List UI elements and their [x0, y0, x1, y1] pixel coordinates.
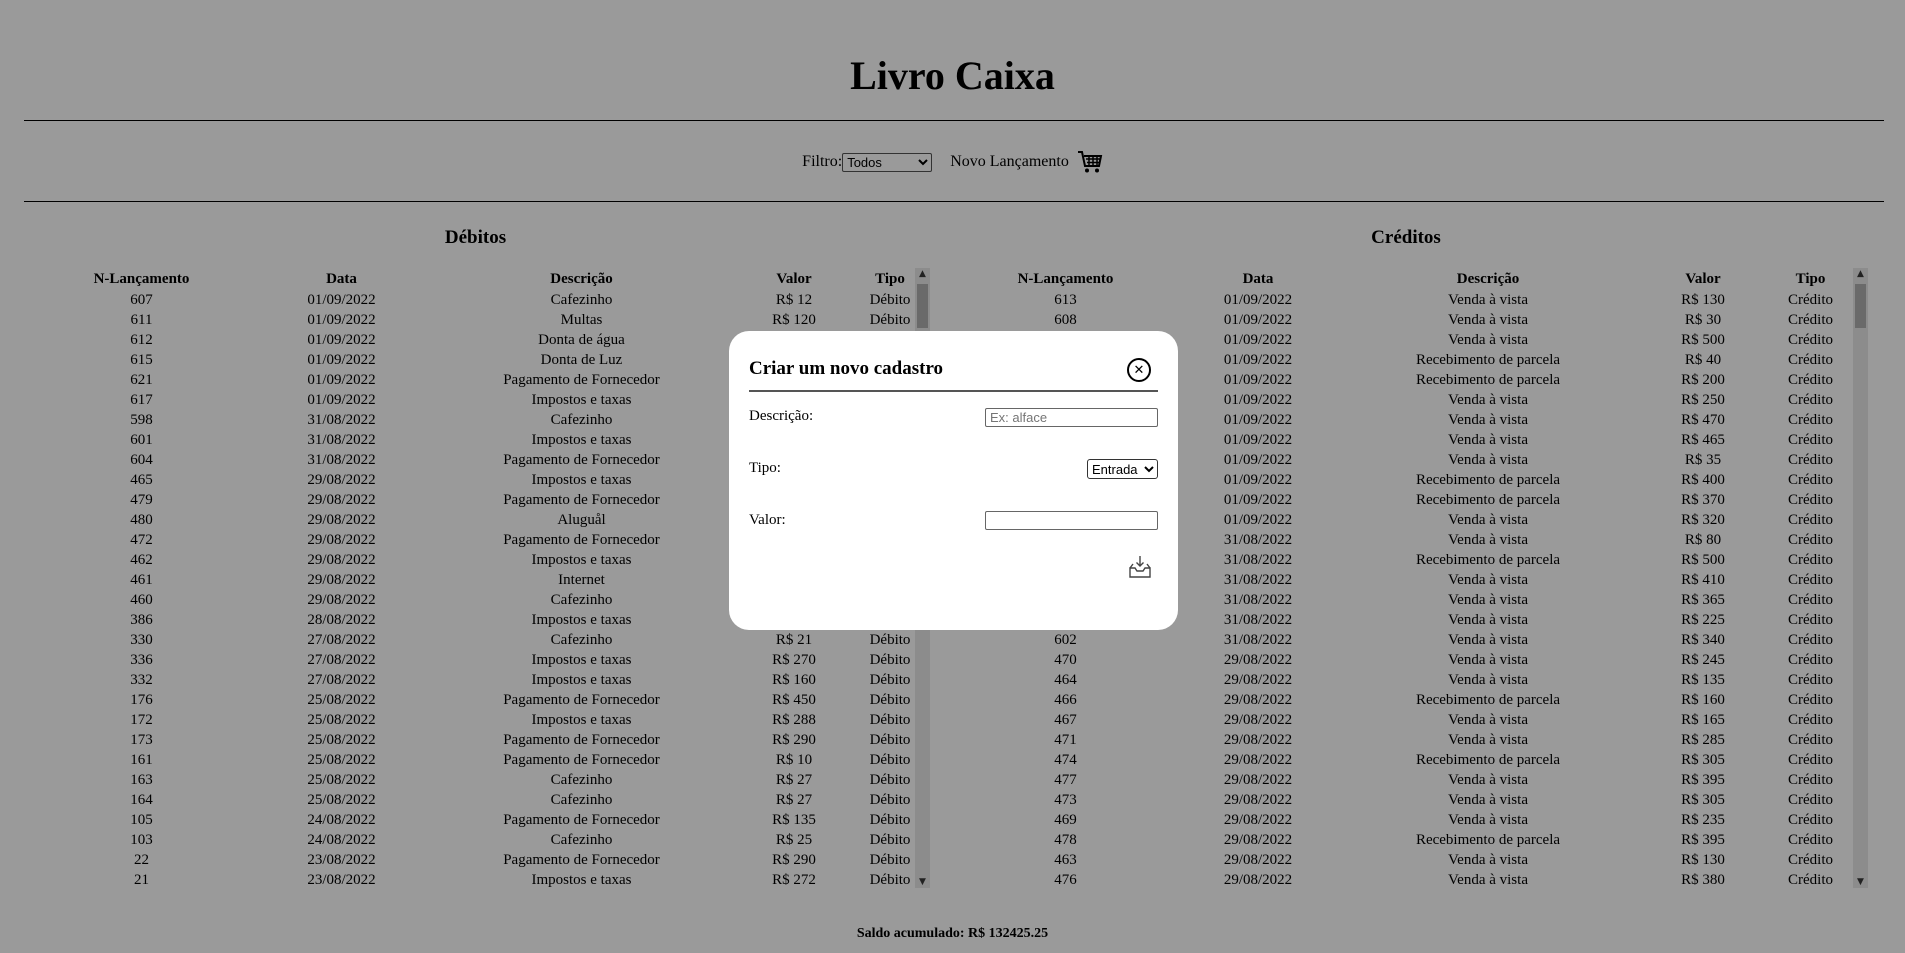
modal-divider: [749, 390, 1158, 392]
modal-title: Criar um novo cadastro: [749, 358, 944, 379]
description-input[interactable]: [985, 408, 1158, 427]
type-label: Tipo:: [749, 460, 781, 476]
save-inbox-icon[interactable]: [1127, 554, 1153, 580]
new-entry-modal: Criar um novo cadastro ✕ Descrição: Tipo…: [729, 331, 1178, 630]
value-input[interactable]: [985, 511, 1158, 530]
description-label: Descrição:: [749, 408, 814, 424]
close-icon: ✕: [1133, 362, 1145, 378]
close-button[interactable]: ✕: [1127, 358, 1151, 382]
type-select[interactable]: Entrada: [1087, 459, 1158, 479]
value-label: Valor:: [749, 512, 786, 528]
